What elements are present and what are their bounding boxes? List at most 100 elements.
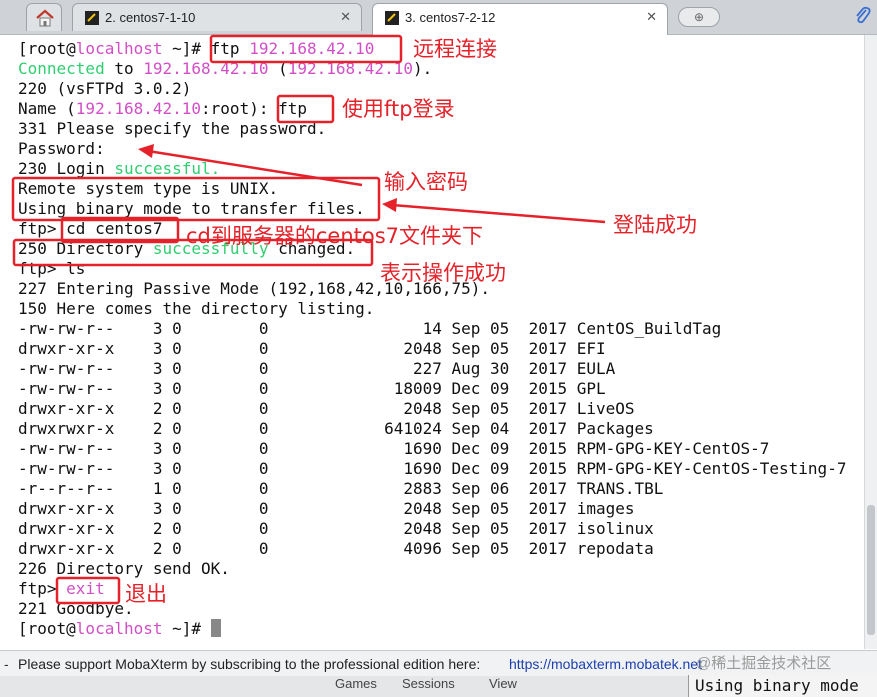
listing-links: 3 bbox=[152, 359, 173, 378]
listing-links: 3 bbox=[152, 319, 173, 338]
annotation-remote-connect: 远程连接 bbox=[413, 37, 497, 61]
listing-name: EULA bbox=[576, 359, 616, 378]
paperclip-icon[interactable] bbox=[854, 5, 872, 27]
status-dash: - bbox=[4, 656, 9, 672]
vertical-scrollbar[interactable] bbox=[864, 35, 877, 649]
listing-day: 05 bbox=[490, 519, 529, 538]
terminal-output: [root@localhost ~]# ftp 192.168.42.10 Co… bbox=[18, 39, 847, 638]
listing-day: 05 bbox=[490, 499, 529, 518]
listing-size: 4096 bbox=[268, 539, 452, 558]
support-message: Please support MobaXterm by subscribing … bbox=[18, 656, 481, 672]
close-icon[interactable]: ✕ bbox=[646, 9, 657, 25]
bottom-bar: Games Sessions View Using binary mode bbox=[0, 675, 877, 697]
listing-name: images bbox=[576, 499, 635, 518]
home-icon bbox=[36, 9, 54, 27]
listing-perms: drwxr-xr-x bbox=[18, 519, 153, 538]
listing-perms: drwxr-xr-x bbox=[18, 399, 153, 418]
mobaxterm-link[interactable]: https://mobaxterm.mobatek.net bbox=[509, 651, 702, 677]
listing-links: 3 bbox=[152, 499, 173, 518]
listing-row: -r--r--r-- 1 0 0 2883 Sep 06 2017 TRANS.… bbox=[18, 479, 663, 498]
listing-year: 2017 bbox=[528, 399, 577, 418]
listing-month: Sep bbox=[451, 499, 491, 518]
new-tab-button[interactable]: ⊕ bbox=[678, 7, 720, 27]
listing-size: 2048 bbox=[268, 399, 452, 418]
listing-row: -rw-rw-r-- 3 0 0 14 Sep 05 2017 CentOS_B… bbox=[18, 319, 721, 338]
listing-day: 09 bbox=[490, 379, 529, 398]
listing-perms: -rw-rw-r-- bbox=[18, 359, 153, 378]
listing-day: 05 bbox=[490, 399, 529, 418]
listing-month: Sep bbox=[451, 519, 491, 538]
listing-size: 2048 bbox=[268, 339, 452, 358]
listing-size: 1690 bbox=[268, 459, 452, 478]
listing-month: Sep bbox=[451, 479, 491, 498]
background-terminal-snippet: Using binary mode bbox=[688, 675, 877, 697]
listing-size: 641024 bbox=[268, 419, 452, 438]
prompt: [root@localhost ~]# bbox=[18, 619, 202, 638]
listing-links: 2 bbox=[152, 519, 173, 538]
listing-owner: 0 bbox=[172, 379, 259, 398]
listing-name: TRANS.TBL bbox=[576, 479, 664, 498]
tab-centos7-2-12[interactable]: 3. centos7-2-12 ✕ bbox=[372, 3, 668, 35]
listing-month: Dec bbox=[451, 379, 491, 398]
watermark: @稀土掘金技术社区 bbox=[696, 655, 832, 672]
listing-row: drwxr-xr-x 3 0 0 2048 Sep 05 2017 EFI bbox=[18, 339, 606, 358]
menu-games[interactable]: Games bbox=[335, 676, 377, 691]
listing-perms: -rw-rw-r-- bbox=[18, 319, 153, 338]
plus-icon: ⊕ bbox=[693, 10, 705, 24]
listing-row: -rw-rw-r-- 3 0 0 18009 Dec 09 2015 GPL bbox=[18, 379, 606, 398]
terminal-icon bbox=[85, 11, 99, 25]
annotation-enter-password: 输入密码 bbox=[384, 170, 468, 194]
listing-year: 2017 bbox=[528, 479, 577, 498]
close-icon[interactable]: ✕ bbox=[340, 9, 351, 25]
listing-month: Sep bbox=[451, 339, 491, 358]
listing-owner: 0 bbox=[172, 539, 259, 558]
listing-perms: drwxr-xr-x bbox=[18, 539, 153, 558]
listing-links: 2 bbox=[152, 399, 173, 418]
cd-command: cd centos7 bbox=[66, 219, 163, 238]
listing-day: 06 bbox=[490, 479, 529, 498]
listing-perms: drwxr-xr-x bbox=[18, 499, 153, 518]
listing-name: RPM-GPG-KEY-CentOS-7 bbox=[576, 439, 770, 458]
annotation-ftp-login: 使用ftp登录 bbox=[342, 97, 455, 121]
listing-perms: -rw-rw-r-- bbox=[18, 379, 153, 398]
listing-day: 09 bbox=[490, 439, 529, 458]
listing-size: 2048 bbox=[268, 499, 452, 518]
listing-year: 2017 bbox=[528, 419, 577, 438]
listing-month: Sep bbox=[451, 539, 491, 558]
listing-owner: 0 bbox=[172, 399, 259, 418]
listing-row: drwxr-xr-x 3 0 0 2048 Sep 05 2017 images bbox=[18, 499, 635, 518]
listing-owner: 0 bbox=[172, 419, 259, 438]
listing-owner: 0 bbox=[172, 439, 259, 458]
listing-perms: -rw-rw-r-- bbox=[18, 439, 153, 458]
annotation-quit: 退出 bbox=[125, 582, 167, 606]
listing-row: drwxr-xr-x 2 0 0 4096 Sep 05 2017 repoda… bbox=[18, 539, 654, 558]
terminal-pane[interactable]: [root@localhost ~]# ftp 192.168.42.10 Co… bbox=[0, 35, 877, 649]
listing-size: 1690 bbox=[268, 439, 452, 458]
listing-owner: 0 bbox=[172, 319, 259, 338]
listing-month: Sep bbox=[451, 399, 491, 418]
listing-year: 2015 bbox=[528, 439, 577, 458]
annotation-cd-dir: cd到服务器的centos7文件夹下 bbox=[186, 224, 484, 248]
annotation-login-success: 登陆成功 bbox=[613, 213, 697, 237]
listing-row: -rw-rw-r-- 3 0 0 1690 Dec 09 2015 RPM-GP… bbox=[18, 439, 769, 458]
tab-bar: 2. centos7-1-10 ✕ 3. centos7-2-12 ✕ ⊕ bbox=[0, 0, 877, 35]
listing-month: Dec bbox=[451, 459, 491, 478]
tab-centos7-1-10[interactable]: 2. centos7-1-10 ✕ bbox=[72, 3, 362, 31]
listing-perms: drwxr-xr-x bbox=[18, 339, 153, 358]
listing-name: isolinux bbox=[576, 519, 654, 538]
listing-name: EFI bbox=[576, 339, 606, 358]
scrollbar-thumb[interactable] bbox=[867, 505, 875, 635]
home-tab[interactable] bbox=[26, 3, 62, 31]
menu-view[interactable]: View bbox=[489, 676, 517, 691]
listing-year: 2017 bbox=[528, 339, 577, 358]
status-bar: - Please support MobaXterm by subscribin… bbox=[0, 650, 877, 677]
menu-sessions[interactable]: Sessions bbox=[402, 676, 455, 691]
listing-links: 2 bbox=[152, 539, 173, 558]
listing-month: Dec bbox=[451, 439, 491, 458]
listing-year: 2017 bbox=[528, 319, 577, 338]
listing-name: Packages bbox=[576, 419, 654, 438]
listing-links: 3 bbox=[152, 459, 173, 478]
listing-row: drwxr-xr-x 2 0 0 2048 Sep 05 2017 isolin… bbox=[18, 519, 654, 538]
listing-size: 2048 bbox=[268, 519, 452, 538]
listing-links: 3 bbox=[152, 379, 173, 398]
